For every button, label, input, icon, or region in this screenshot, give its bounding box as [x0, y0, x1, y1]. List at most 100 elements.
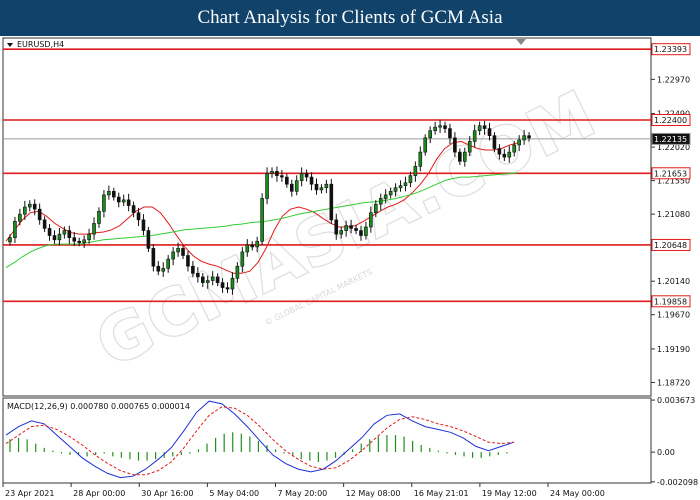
level-price-label: 1.22400 [654, 116, 687, 125]
time-tick-label: 5 May 04:00 [209, 489, 259, 498]
candle-body [388, 191, 393, 196]
candle-body [112, 191, 116, 198]
candle-body [57, 233, 62, 241]
candle-body [359, 230, 363, 236]
candle-body [354, 228, 358, 231]
candle-body [176, 248, 180, 253]
candle-body [210, 276, 215, 281]
time-tick-label: 24 May 00:00 [550, 489, 605, 498]
candle-body [67, 230, 72, 238]
candle-body [220, 282, 225, 288]
candle-body [324, 183, 329, 189]
candle-body [393, 187, 398, 192]
watermark: GCMASIA.COM © GLOBAL CAPITAL MARKETS [84, 76, 609, 384]
candle-body [443, 125, 447, 129]
candle-body [42, 219, 47, 229]
candle-body [18, 213, 22, 222]
candle-body [383, 194, 388, 199]
candle-body [319, 187, 324, 191]
candle-body [156, 265, 161, 272]
candle-body [136, 212, 141, 221]
candle-body [299, 173, 304, 181]
candle-body [92, 223, 96, 235]
candle-body [364, 226, 368, 236]
time-tick-label: 23 Apr 2021 [5, 489, 54, 498]
price-tick-label: 1.18720 [657, 378, 690, 387]
candle-body [107, 191, 111, 196]
candle-body [482, 125, 487, 129]
candle-body [289, 183, 294, 192]
time-tick-label: 28 Apr 00:00 [73, 489, 125, 498]
candle-body [462, 151, 467, 162]
candle-body [408, 175, 413, 184]
candle-body [82, 239, 86, 243]
candle-body [102, 194, 106, 212]
candle-body [196, 273, 200, 278]
candle-body [77, 240, 82, 243]
candle-body [181, 248, 185, 256]
candle-body [502, 153, 507, 158]
candle-body [423, 137, 428, 153]
candle-body [467, 141, 472, 153]
level-price-label: 1.22135 [654, 135, 687, 144]
candle-body [240, 251, 245, 267]
time-tick-label: 12 May 08:00 [346, 489, 401, 498]
candle-body [87, 233, 91, 241]
candle-body [230, 278, 235, 290]
candle-body [413, 166, 418, 176]
candle-body [517, 139, 521, 146]
candle-body [47, 228, 52, 236]
candle-body [116, 196, 121, 203]
candle-body [438, 125, 442, 128]
candle-body [453, 137, 457, 153]
candle-body [32, 203, 37, 210]
candle-body [275, 171, 279, 176]
candle-body [131, 205, 136, 214]
candle-body [527, 135, 531, 139]
candle-body [304, 173, 309, 178]
price-tick-label: 1.19190 [657, 345, 690, 354]
candle-body [378, 198, 383, 205]
chart-shift-marker-icon[interactable] [516, 39, 526, 45]
candle-body [13, 220, 17, 238]
macd-line-0 [5, 400, 515, 479]
candle-body [314, 183, 319, 191]
candle-body [171, 251, 175, 260]
macd-label: MACD(12,26,9) 0.000780 0.000765 0.000014 [7, 402, 190, 411]
candle-body [121, 199, 126, 203]
macd-tick-label: 0.003673 [657, 396, 695, 405]
level-price-label: 1.23393 [654, 45, 687, 54]
candle-body [507, 151, 512, 158]
candle-body [512, 144, 517, 153]
candle-body [270, 171, 274, 174]
candle-body [522, 135, 526, 141]
candle-body [280, 175, 284, 178]
candle-body [285, 176, 289, 185]
candle-body [477, 125, 482, 132]
candle-body [166, 258, 170, 269]
candle-body [146, 230, 151, 249]
candle-body [215, 276, 220, 283]
candle-body [309, 176, 314, 185]
candle-body [492, 135, 497, 149]
price-tick-label: 1.20140 [657, 277, 690, 286]
candle-body [403, 182, 408, 186]
time-tick-label: 7 May 20:00 [278, 489, 328, 498]
candle-body [8, 237, 12, 243]
macd-axis: 0.003673 0.00 -0.002098 [651, 396, 698, 487]
macd-histogram [9, 432, 508, 463]
symbol-menu-arrow-icon[interactable] [7, 43, 13, 47]
price-tick-label: 1.19670 [657, 311, 690, 320]
candle-body [497, 148, 502, 155]
candle-body [126, 199, 131, 206]
time-axis: 23 Apr 2021 28 Apr 00:00 30 Apr 16:00 5 May… [2, 483, 605, 498]
candle-body [161, 268, 166, 272]
candle-body [205, 280, 210, 283]
candle-body [294, 180, 299, 192]
candle-body [62, 230, 67, 235]
candle-body [418, 151, 423, 167]
candle-body [334, 219, 339, 235]
candle-body [458, 151, 462, 162]
candle-body [344, 225, 348, 231]
candle-body [191, 265, 195, 274]
